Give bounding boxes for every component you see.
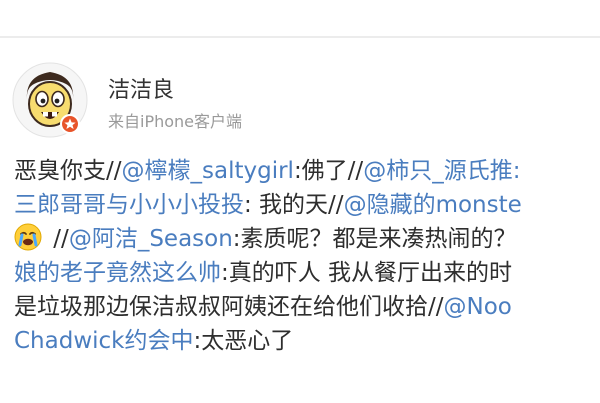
mention-link[interactable]: @隐藏的monste xyxy=(344,192,522,218)
top-divider xyxy=(0,36,600,38)
post-text: // xyxy=(46,226,69,252)
post-text: :素质呢？都是来凑热闹的？ xyxy=(232,226,517,252)
mention-link[interactable]: 三郎哥哥与小小小投投 xyxy=(14,192,244,218)
mention-link[interactable]: @阿洁_Season xyxy=(69,226,233,252)
avatar[interactable] xyxy=(12,62,88,138)
post-text: :太恶心了 xyxy=(193,328,294,354)
post-line: 三郎哥哥与小小小投投: 我的天//@隐藏的monste xyxy=(14,188,600,222)
crying-face-emoji-icon xyxy=(14,223,42,251)
post-line: 恶臭你支//@檸檬_saltygirl:佛了//@柿只_源氏推: xyxy=(14,154,600,188)
post-line: //@阿洁_Season:素质呢？都是来凑热闹的？ xyxy=(14,222,600,256)
post-line: 娘的老子竟然这么帅:真的吓人 我从餐厅出来的时 xyxy=(14,256,600,290)
mention-link[interactable]: @柿只_源氏推: xyxy=(363,158,520,184)
post-text: :佛了// xyxy=(293,158,364,184)
post-body: 恶臭你支//@檸檬_saltygirl:佛了//@柿只_源氏推: 三郎哥哥与小小小… xyxy=(14,154,600,358)
mention-link[interactable]: @檸檬_saltygirl xyxy=(122,158,294,184)
mention-link[interactable]: 娘的老子竟然这么帅 xyxy=(14,260,221,286)
mention-link[interactable]: @Noo xyxy=(444,294,512,320)
cartoon-face-avatar-icon xyxy=(12,62,88,138)
post-text: :真的吓人 我从餐厅出来的时 xyxy=(221,260,513,286)
post-text: 恶臭你支// xyxy=(14,158,122,184)
post-line: Chadwick约会中:太恶心了 xyxy=(14,324,600,358)
post-line: 是垃圾那边保洁叔叔阿姨还在给他们收拾//@Noo xyxy=(14,290,600,324)
post-source: 来自iPhone客户端 xyxy=(108,112,243,131)
post-text: : 我的天// xyxy=(244,192,344,218)
post-text: 是垃圾那边保洁叔叔阿姨还在给他们收拾// xyxy=(14,294,444,320)
mention-link[interactable]: Chadwick约会中 xyxy=(14,328,194,354)
author-name[interactable]: 洁洁良 xyxy=(108,72,174,104)
